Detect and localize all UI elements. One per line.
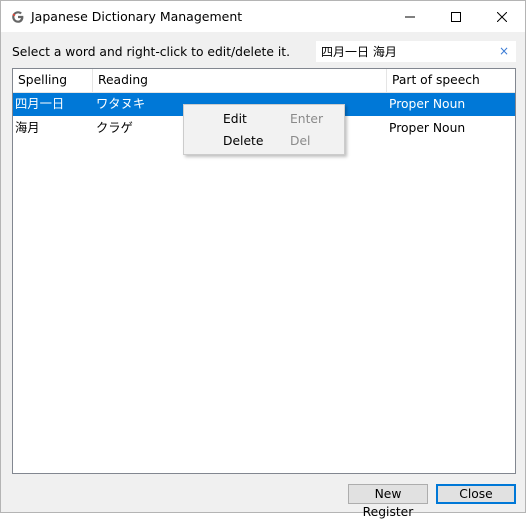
minimize-icon: [405, 16, 415, 17]
maximize-icon: [451, 11, 461, 22]
cell-part-of-speech: Proper Noun: [389, 97, 466, 111]
search-input[interactable]: [321, 43, 491, 60]
context-menu: Edit Enter Delete Del: [183, 104, 345, 155]
list-header: Spelling Reading Part of speech: [13, 69, 515, 93]
close-button[interactable]: Close: [436, 484, 516, 504]
menu-item-shortcut: Enter: [290, 112, 324, 126]
close-icon: [497, 11, 507, 22]
menu-item-label: Edit: [223, 112, 247, 126]
cell-part-of-speech: Proper Noun: [389, 121, 466, 135]
cell-reading: ワタヌキ: [96, 97, 146, 111]
close-window-button[interactable]: [479, 1, 525, 32]
cell-reading: クラゲ: [96, 121, 133, 135]
instruction-label: Select a word and right-click to edit/de…: [12, 45, 290, 59]
window-title: Japanese Dictionary Management: [31, 9, 243, 24]
menu-item-shortcut: Del: [290, 134, 311, 148]
clear-search-icon[interactable]: ×: [499, 44, 509, 58]
title-bar[interactable]: Japanese Dictionary Management: [1, 1, 525, 32]
new-register-button[interactable]: New Register: [348, 484, 428, 519]
menu-item-label: Delete: [223, 134, 264, 148]
column-header-part-of-speech[interactable]: Part of speech: [387, 69, 515, 92]
search-box[interactable]: ×: [316, 41, 516, 62]
menu-item-edit[interactable]: Edit Enter: [184, 108, 344, 130]
column-header-spelling[interactable]: Spelling: [13, 69, 93, 92]
cell-spelling: 海月: [15, 121, 40, 135]
cell-spelling: 四月一日: [15, 97, 65, 111]
minimize-button[interactable]: [387, 1, 433, 32]
menu-item-delete[interactable]: Delete Del: [184, 130, 344, 152]
dictionary-window: Japanese Dictionary Management Select a …: [0, 0, 526, 519]
google-g-icon: [11, 10, 25, 24]
maximize-button[interactable]: [433, 1, 479, 32]
column-header-reading[interactable]: Reading: [93, 69, 387, 92]
